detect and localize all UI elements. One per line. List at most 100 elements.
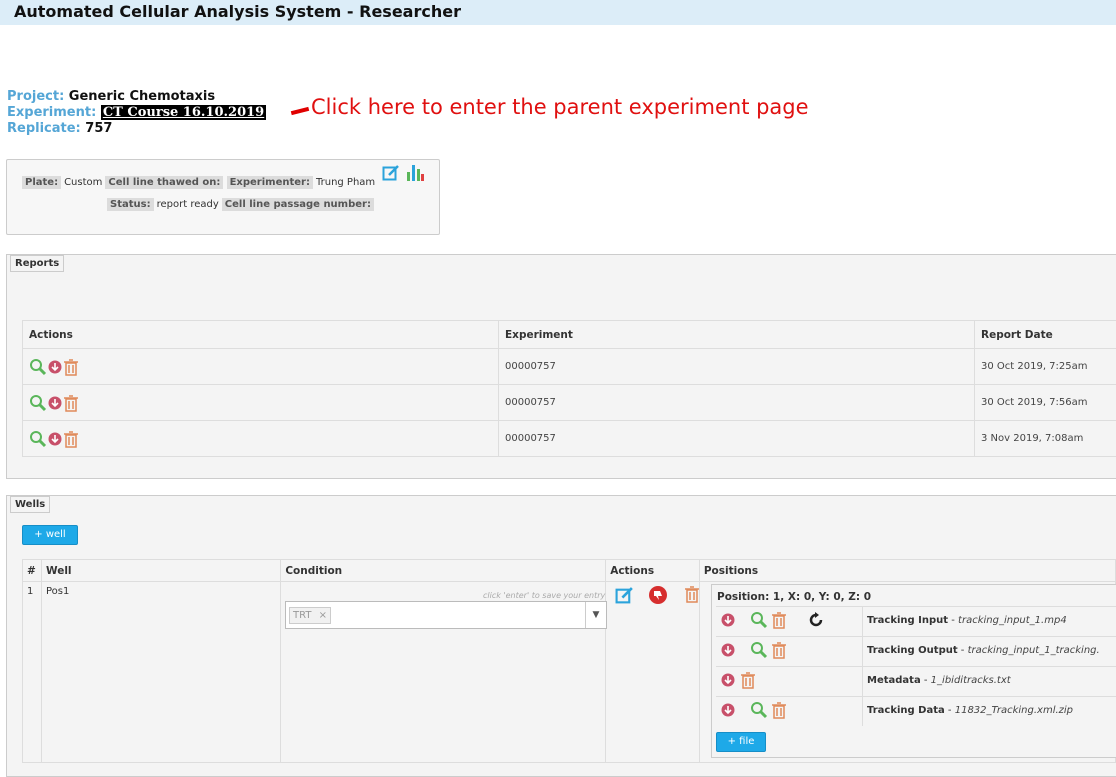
position-box: Position: 1, X: 0, Y: 0, Z: 0 Tracking I…: [711, 584, 1116, 758]
replicate-value: 757: [85, 121, 112, 136]
download-icon[interactable]: [47, 359, 63, 375]
well-name: Pos1: [41, 582, 280, 763]
plate-label: Plate:: [22, 176, 61, 189]
row-actions: [23, 421, 499, 457]
view-icon[interactable]: [750, 611, 768, 629]
view-icon[interactable]: [750, 641, 768, 659]
file-name[interactable]: 11832_Tracking.xml.zip: [955, 705, 1073, 716]
wells-legend: Wells: [10, 496, 50, 513]
row-date: 3 Nov 2019, 7:08am: [975, 421, 1116, 457]
file-name[interactable]: tracking_input_1.mp4: [958, 615, 1067, 626]
file-actions: [720, 701, 787, 719]
file-description: Metadata - 1_ibiditracks.txt: [867, 675, 1011, 686]
row-date: 30 Oct 2019, 7:56am: [975, 385, 1116, 421]
table-row: 00000757 3 Nov 2019, 7:08am: [23, 421, 1116, 457]
file-label: Tracking Input: [867, 615, 948, 626]
row-actions: [23, 385, 499, 421]
col-positions: Positions: [699, 560, 1115, 582]
chip-remove-icon[interactable]: ×: [319, 610, 327, 621]
plate-value: Custom: [64, 177, 102, 188]
download-icon[interactable]: [47, 431, 63, 447]
download-icon[interactable]: [720, 702, 736, 718]
trash-icon[interactable]: [63, 358, 79, 376]
reports-table: Actions Experiment Report Date 00000757 …: [22, 320, 1116, 457]
experiment-link[interactable]: CT Course 16.10.2019: [101, 105, 266, 120]
bar-chart-icon[interactable]: [405, 162, 425, 182]
add-well-button[interactable]: + well: [22, 525, 78, 545]
thumbs-down-icon[interactable]: [648, 585, 668, 605]
view-icon[interactable]: [29, 358, 47, 376]
project-value: Generic Chemotaxis: [69, 89, 215, 104]
app-titlebar: Automated Cellular Analysis System - Res…: [0, 0, 1116, 25]
row-experiment: 00000757: [499, 421, 975, 457]
condition-chip-label: TRT: [293, 610, 311, 621]
position-header: Position: 1, X: 0, Y: 0, Z: 0: [717, 591, 871, 603]
file-row-divider: [862, 607, 863, 636]
trash-icon[interactable]: [63, 394, 79, 412]
replicate-label: Replicate:: [7, 121, 81, 136]
file-separator: -: [948, 615, 958, 626]
callout-text: Click here to enter the parent experimen…: [311, 95, 809, 119]
condition-chip: TRT ×: [289, 607, 331, 624]
trash-icon[interactable]: [63, 430, 79, 448]
experimenter-value: Trung Pham: [316, 177, 375, 188]
file-description: Tracking Input - tracking_input_1.mp4: [867, 615, 1067, 626]
file-actions: [720, 611, 825, 629]
row-date: 30 Oct 2019, 7:25am: [975, 349, 1116, 385]
file-actions: [720, 671, 756, 689]
replicate-line: Replicate: 757: [7, 121, 112, 137]
status-value: report ready: [157, 199, 219, 210]
download-icon[interactable]: [720, 612, 736, 628]
experiment-line: Experiment: CT Course 16.10.2019: [7, 105, 266, 121]
experimenter-label: Experimenter:: [227, 176, 313, 189]
edit-icon[interactable]: [615, 586, 634, 605]
refresh-icon[interactable]: [807, 611, 825, 629]
trash-icon[interactable]: [740, 671, 756, 689]
view-icon[interactable]: [750, 701, 768, 719]
well-actions-cell: [606, 582, 700, 763]
wells-header-row: # Well Condition Actions Positions: [23, 560, 1116, 582]
chevron-down-icon[interactable]: ▼: [585, 602, 606, 628]
col-index: #: [23, 560, 42, 582]
table-row: 00000757 30 Oct 2019, 7:25am: [23, 349, 1116, 385]
project-label: Project:: [7, 89, 64, 104]
well-index: 1: [23, 582, 42, 763]
file-row: Tracking Input - tracking_input_1.mp4: [716, 606, 1116, 636]
condition-select[interactable]: TRT × ▼: [285, 601, 607, 629]
col-actions: Actions: [606, 560, 700, 582]
file-row-divider: [862, 637, 863, 666]
file-separator: -: [958, 645, 968, 656]
status-label: Status:: [107, 198, 154, 211]
file-label: Tracking Output: [867, 645, 958, 656]
download-icon[interactable]: [720, 672, 736, 688]
file-separator: -: [921, 675, 931, 686]
condition-hint: click 'enter' to save your entry: [483, 591, 605, 600]
file-description: Tracking Output - tracking_input_1_track…: [867, 645, 1100, 656]
info-row-2: Status:report readyCell line passage num…: [107, 199, 374, 210]
file-name[interactable]: tracking_input_1_tracking.: [968, 645, 1100, 656]
view-icon[interactable]: [29, 394, 47, 412]
col-experiment: Experiment: [499, 321, 975, 349]
file-name[interactable]: 1_ibiditracks.txt: [931, 675, 1011, 686]
trash-icon[interactable]: [771, 611, 787, 629]
add-file-button[interactable]: + file: [716, 732, 766, 752]
reports-header-row: Actions Experiment Report Date: [23, 321, 1116, 349]
thawed-label: Cell line thawed on:: [105, 176, 223, 189]
passage-label: Cell line passage number:: [222, 198, 374, 211]
table-row: 00000757 30 Oct 2019, 7:56am: [23, 385, 1116, 421]
app-title: Automated Cellular Analysis System - Res…: [14, 2, 461, 21]
file-label: Metadata: [867, 675, 921, 686]
callout-arrow: [291, 107, 309, 115]
file-row-divider: [862, 667, 863, 696]
edit-icon[interactable]: [382, 164, 400, 182]
trash-icon[interactable]: [771, 701, 787, 719]
download-icon[interactable]: [47, 395, 63, 411]
col-actions: Actions: [23, 321, 499, 349]
trash-icon[interactable]: [771, 641, 787, 659]
view-icon[interactable]: [29, 430, 47, 448]
trash-icon[interactable]: [684, 585, 700, 603]
row-actions: [23, 349, 499, 385]
file-label: Tracking Data: [867, 705, 945, 716]
download-icon[interactable]: [720, 642, 736, 658]
col-well: Well: [41, 560, 280, 582]
